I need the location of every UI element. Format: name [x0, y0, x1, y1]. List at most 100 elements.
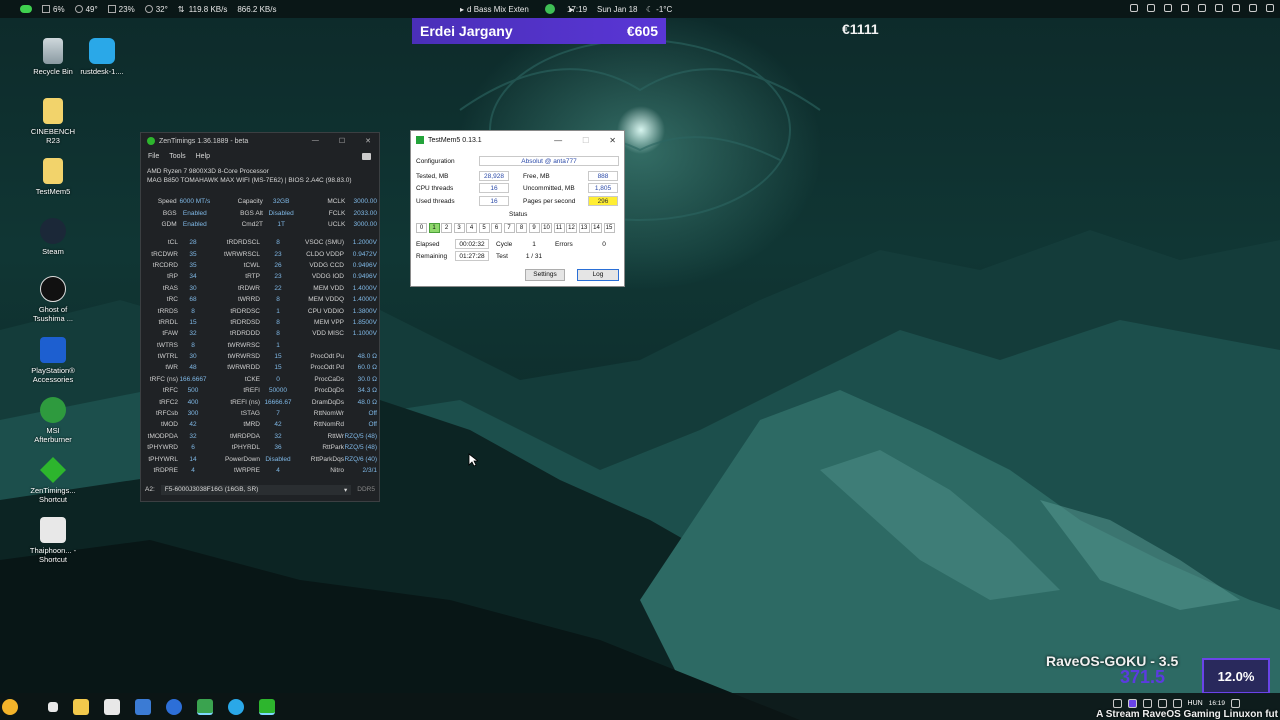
timing-row: tMOD 42 tMRD 42 RttNomRd Off — [145, 419, 377, 430]
testmem5-titlebar[interactable]: TestMem5 0.13.1 — ☐ ✕ — [411, 131, 624, 149]
file-explorer-icon[interactable] — [73, 698, 89, 715]
thread-cell: 6 — [491, 223, 502, 233]
media-title[interactable]: ▸ d Bass Mix Exten — [460, 5, 529, 14]
maximize-icon[interactable]: ☐ — [582, 136, 589, 145]
thread-cell: 3 — [453, 223, 465, 233]
status-label: Status — [509, 211, 528, 218]
desktop-icon-cinebench[interactable]: CINEBENCH R23 — [28, 98, 78, 145]
timing-label: tMOD — [161, 421, 178, 429]
errors-value: 0 — [591, 239, 617, 249]
thread-cell: 11 — [553, 223, 565, 233]
calculator-icon[interactable] — [135, 698, 151, 715]
network-icon[interactable] — [1142, 699, 1152, 708]
timing-label: Cmd2T — [241, 220, 263, 228]
desktop-icon-label: PlayStation® Accessories — [31, 366, 75, 384]
maximize-icon[interactable]: ☐ — [339, 137, 345, 145]
toggle-icon[interactable] — [20, 5, 32, 13]
folder-icon — [43, 158, 63, 184]
wifi-icon[interactable] — [1172, 699, 1182, 708]
uncommitted-value: 1,805 — [588, 183, 618, 193]
timing-label: tCWL — [243, 261, 260, 269]
minimize-icon[interactable]: — — [312, 137, 319, 145]
timing-label: BGS — [162, 209, 177, 217]
thread-cell: 0 — [416, 223, 427, 233]
close-icon[interactable]: ✕ — [365, 137, 371, 145]
desktop-icon-thaiphoon[interactable]: Thaiphoon... - Shortcut — [28, 517, 78, 564]
zentimings-titlebar[interactable]: ZenTimings 1.36.1889 - beta — ☐ ✕ — [141, 133, 379, 149]
testmem5-window[interactable]: TestMem5 0.13.1 — ☐ ✕ Configuration Abso… — [410, 130, 625, 287]
camera-icon[interactable] — [362, 152, 371, 160]
rustdesk-taskbar-icon[interactable] — [228, 698, 244, 715]
timing-label: tPHYWRL — [148, 455, 178, 463]
desktop-icon-zentimings[interactable]: ZenTimings... Shortcut — [28, 457, 78, 504]
zentimings-window[interactable]: ZenTimings 1.36.1889 - beta — ☐ ✕ File T… — [140, 132, 380, 502]
chevron-up-icon[interactable] — [1112, 699, 1122, 708]
cpu-usage: 6% — [42, 5, 65, 14]
desktop-icon-ghost-of-tsushima[interactable]: Ghost of Tsushima ... — [28, 276, 78, 323]
timing-label: tRDPRE — [153, 467, 178, 474]
desktop-icon-rustdesk[interactable]: rustdesk-1.... — [77, 38, 127, 76]
dimm-select[interactable]: F5-6000J3038F16G (16GB, SR) ▾ — [160, 484, 352, 495]
timing-label: tRFCsb — [155, 410, 178, 418]
monitor-icon[interactable] — [1181, 4, 1189, 12]
desktop-icon-label: Steam — [42, 247, 64, 256]
home-icon[interactable] — [1130, 4, 1138, 12]
config-value: Absolut @ anta777 — [479, 156, 619, 166]
timing-value: 35 — [189, 250, 197, 258]
voltage-value: 1.1000V — [352, 330, 377, 338]
menu-tools[interactable]: Tools — [169, 153, 185, 160]
notification-icon[interactable] — [1231, 699, 1240, 708]
voltage-label: VSOC (SMU) — [305, 239, 344, 247]
used-threads-value: 16 — [479, 196, 509, 206]
log-button[interactable]: Log — [577, 269, 619, 281]
menu-help[interactable]: Help — [196, 153, 210, 160]
desktop-icon-label: Thaiphoon... - Shortcut — [29, 546, 77, 564]
speaker-icon[interactable] — [1215, 4, 1223, 12]
timing-value: 32 — [274, 432, 282, 440]
cpu-info: AMD Ryzen 7 9800X3D 8-Core Processor MAG… — [141, 163, 379, 185]
store-icon[interactable] — [104, 698, 120, 715]
desktop-icon-recycle-bin[interactable]: Recycle Bin — [28, 38, 78, 76]
desktop-icon-testmem5[interactable]: TestMem5 — [28, 158, 78, 196]
cpu-name: AMD Ryzen 7 9800X3D 8-Core Processor — [147, 168, 269, 175]
voltage-value: 1.3800V — [352, 307, 377, 315]
play-icon[interactable] — [545, 4, 555, 14]
testmem5-taskbar-icon[interactable] — [197, 698, 213, 715]
desktop-icon-msi-afterburner[interactable]: MSI Afterburner — [28, 397, 78, 444]
tested-value: 28,928 — [479, 171, 509, 181]
voltage-label: CPU VDDIO — [307, 307, 344, 315]
minimize-icon[interactable]: — — [554, 136, 562, 145]
timing-value: 68 — [189, 296, 197, 304]
power-icon[interactable] — [1266, 4, 1274, 12]
rave-overlay-percent: 12.0% — [1202, 658, 1270, 694]
close-icon[interactable]: ✕ — [609, 136, 616, 145]
timing-label: tWTRL — [157, 353, 178, 361]
taskbar-clock[interactable]: 16:19 — [1209, 700, 1225, 707]
voltage-value: 30.0 Ω — [357, 375, 377, 383]
mail-icon[interactable] — [1147, 4, 1155, 12]
timing-value: 8 — [191, 307, 195, 315]
timing-value: 42 — [274, 421, 282, 429]
start-icon[interactable] — [48, 701, 58, 712]
rave-icon[interactable] — [1127, 699, 1137, 708]
settings-icon[interactable] — [1164, 4, 1172, 12]
language-indicator[interactable]: HUN — [1188, 700, 1203, 707]
battery-icon[interactable] — [1249, 4, 1257, 12]
desktop-icon-playstation[interactable]: PlayStation® Accessories — [28, 337, 78, 384]
voltage-value: 3000.00 — [353, 198, 378, 206]
desktop-icon-steam[interactable]: Steam — [28, 218, 78, 256]
thread-cell: 1 — [428, 223, 440, 233]
remaining-value: 01:27:28 — [455, 251, 489, 261]
bell-icon[interactable] — [1198, 4, 1206, 12]
clock-time: 17:19 — [567, 4, 588, 14]
speaker-icon[interactable] — [1157, 699, 1167, 708]
timing-label: tPHYRDL — [231, 444, 260, 452]
errors-label: Errors — [555, 241, 573, 248]
browser-icon[interactable] — [166, 698, 182, 715]
settings-button[interactable]: Settings — [525, 269, 565, 281]
menu-file[interactable]: File — [148, 153, 159, 160]
thread-cell: 15 — [603, 223, 615, 233]
network-icon[interactable] — [1232, 4, 1240, 12]
chevron-down-icon: ▾ — [344, 486, 348, 494]
zentimings-taskbar-icon[interactable] — [259, 698, 275, 715]
